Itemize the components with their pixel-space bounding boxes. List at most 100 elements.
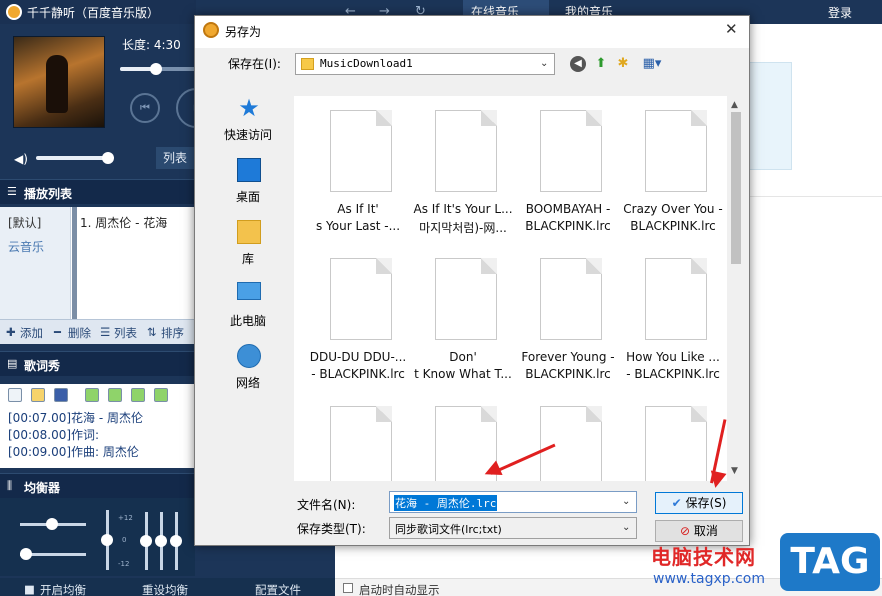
- volume-icon[interactable]: ◀): [14, 152, 28, 166]
- close-icon[interactable]: ✕: [725, 20, 738, 38]
- cancel-icon: ⊘: [680, 524, 694, 538]
- place-library[interactable]: 库: [203, 218, 293, 280]
- reset-eq-button[interactable]: 重设均衡: [142, 582, 188, 596]
- file-name-line2: s Your Last -...: [315, 219, 401, 233]
- eq-scale-top: +12: [118, 514, 133, 522]
- save-in-combo[interactable]: MusicDownload1 ⌄: [295, 53, 555, 75]
- list-button[interactable]: 列表: [156, 147, 194, 169]
- document-icon: [330, 406, 392, 481]
- config-file-button[interactable]: 配置文件: [255, 582, 301, 596]
- web-divider: [745, 196, 882, 197]
- eq-band-knob[interactable]: [140, 535, 152, 547]
- checkbox-icon[interactable]: ■: [24, 582, 35, 596]
- playlist-scrollbar[interactable]: [72, 207, 77, 319]
- file-name-line2: - BLACKPINK.lrc: [311, 367, 405, 381]
- place-label: 网络: [235, 376, 260, 390]
- save-button[interactable]: ✔ 保存(S): [655, 492, 743, 514]
- lyrics-icon: ▤: [7, 357, 18, 370]
- place-desktop[interactable]: 桌面: [203, 156, 293, 218]
- new-folder-icon[interactable]: ✱: [614, 55, 632, 73]
- place-network[interactable]: 网络: [203, 342, 293, 404]
- list-menu-icon: ☰: [100, 325, 111, 339]
- pause-lyric-icon[interactable]: [108, 388, 122, 402]
- document-icon: [330, 258, 392, 340]
- lyrics-title: 歌词秀: [24, 359, 61, 373]
- volume-knob[interactable]: [102, 152, 114, 164]
- scroll-thumb[interactable]: [731, 112, 741, 264]
- eq-band-knob[interactable]: [170, 535, 182, 547]
- equalizer-icon: ⫼: [7, 479, 13, 492]
- save-in-value: MusicDownload1: [320, 57, 413, 70]
- file-item[interactable]: [621, 392, 725, 481]
- save-in-label: 保存在(I):: [228, 57, 281, 71]
- play-lyric-icon[interactable]: [85, 388, 99, 402]
- file-list-scrollbar[interactable]: ▲ ▼: [727, 96, 744, 481]
- scroll-down-icon[interactable]: ▼: [731, 466, 738, 476]
- eq-preamp-knob[interactable]: [20, 548, 32, 560]
- file-item[interactable]: As If It's Your L... 마지막처럼)-网...: [411, 96, 515, 244]
- place-label: 库: [241, 252, 254, 266]
- file-name-line1: As If It's Your L...: [413, 202, 513, 216]
- save-as-dialog: 另存为 ✕ 保存在(I): MusicDownload1 ⌄ ◀ ⬆ ✱ ▦▾ …: [194, 15, 750, 546]
- file-item[interactable]: Crazy Over You - BLACKPINK.lrc: [621, 96, 725, 244]
- up-folder-icon[interactable]: ⬆: [592, 55, 610, 73]
- desktop-icon: [237, 158, 261, 182]
- prev-button[interactable]: ⏮: [130, 93, 160, 123]
- place-quick-access[interactable]: ★ 快速访问: [203, 94, 293, 156]
- playlist-group-default[interactable]: [默认]: [8, 214, 41, 231]
- filename-value: 花海 - 周杰伦.lrc: [394, 495, 498, 511]
- computer-icon: [237, 282, 261, 300]
- cancel-button[interactable]: ⊘ 取消: [655, 520, 743, 542]
- filename-input[interactable]: 花海 - 周杰伦.lrc ⌄: [389, 491, 637, 513]
- forward-lyric-icon[interactable]: [154, 388, 168, 402]
- file-item[interactable]: [306, 392, 410, 481]
- save-icon[interactable]: [54, 388, 68, 402]
- filetype-select[interactable]: 同步歌词文件(lrc;txt) ⌄: [389, 517, 637, 539]
- eq-band-knob[interactable]: [155, 535, 167, 547]
- eq-band-knob[interactable]: [101, 534, 113, 546]
- scroll-up-icon[interactable]: ▲: [731, 100, 738, 110]
- eq-scale-mid: 0: [122, 536, 127, 544]
- file-item[interactable]: Don' t Know What T...: [411, 244, 515, 392]
- watermark-tag-logo: TAG: [780, 533, 880, 591]
- lyric-tool-icon[interactable]: [8, 388, 22, 402]
- web-banner: [745, 62, 792, 170]
- place-this-pc[interactable]: 此电脑: [203, 280, 293, 342]
- list-menu-button[interactable]: 列表: [114, 325, 137, 341]
- playlist-groups: [默认] 云音乐: [0, 207, 71, 319]
- open-folder-icon[interactable]: [31, 388, 45, 402]
- file-item[interactable]: DDU-DU DDU-... - BLACKPINK.lrc: [306, 244, 410, 392]
- chevron-down-icon[interactable]: ⌄: [622, 496, 630, 507]
- playlist-group-cloud[interactable]: 云音乐: [8, 238, 44, 255]
- progress-knob[interactable]: [150, 63, 162, 75]
- add-button[interactable]: 添加: [20, 325, 43, 341]
- file-item[interactable]: Forever Young - BLACKPINK.lrc: [516, 244, 620, 392]
- file-name-line1: How You Like ...: [626, 350, 720, 364]
- back-icon[interactable]: ◀: [570, 56, 586, 72]
- rewind-lyric-icon[interactable]: [131, 388, 145, 402]
- equalizer-header: ⫼ 均衡器: [0, 473, 195, 498]
- delete-button[interactable]: 删除: [68, 325, 91, 341]
- file-item[interactable]: How You Like ... - BLACKPINK.lrc: [621, 244, 725, 392]
- sort-button[interactable]: 排序: [161, 325, 184, 341]
- progress-bar[interactable]: [120, 63, 200, 75]
- file-item[interactable]: [516, 392, 620, 481]
- playlist-item[interactable]: 1. 周杰伦 - 花海: [80, 214, 167, 231]
- auto-show-checkbox[interactable]: [343, 583, 353, 593]
- auto-show-label: 启动时自动显示: [359, 583, 440, 596]
- document-icon: [645, 406, 707, 481]
- login-link[interactable]: 登录: [828, 4, 852, 21]
- eq-balance-knob[interactable]: [46, 518, 58, 530]
- enable-eq-button[interactable]: 开启均衡: [40, 582, 86, 596]
- list-icon: ☰: [7, 185, 17, 198]
- player-bottom-bar: ■ 开启均衡 重设均衡 配置文件: [0, 578, 335, 596]
- volume-slider[interactable]: [36, 152, 114, 164]
- playlist-toolbar: ✚ 添加 ━ 删除 ☰ 列表 ⇅ 排序: [0, 319, 195, 344]
- file-name-line1: Crazy Over You -: [623, 202, 723, 216]
- file-item[interactable]: BOOMBAYAH - BLACKPINK.lrc: [516, 96, 620, 244]
- file-item[interactable]: As If It' s Your Last -...: [306, 96, 410, 244]
- dialog-title: 另存为: [225, 25, 262, 39]
- document-icon: [540, 406, 602, 481]
- file-name-line2: BLACKPINK.lrc: [525, 219, 611, 233]
- view-menu-icon[interactable]: ▦▾: [638, 55, 666, 73]
